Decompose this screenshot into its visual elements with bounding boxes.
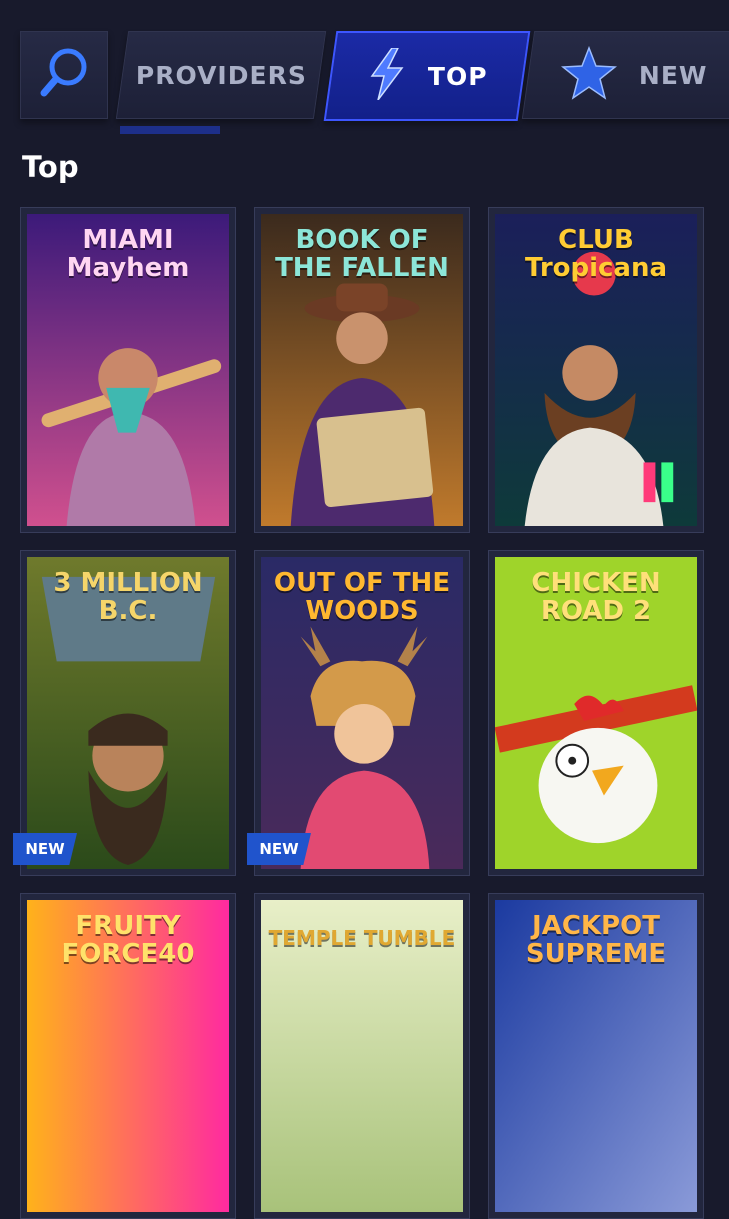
- game-title: MIAMI Mayhem: [66, 225, 190, 283]
- game-card-miami-mayhem[interactable]: MIAMI Mayhem: [20, 207, 236, 533]
- category-tabs: PROVIDERS TOP NEW: [20, 31, 729, 121]
- game-card-fruity-force[interactable]: FRUITY FORCE40: [20, 893, 236, 1219]
- game-card-jackpot-supreme[interactable]: JACKPOT SUPREME: [488, 893, 704, 1219]
- tab-providers[interactable]: PROVIDERS: [115, 31, 327, 119]
- star-icon: [560, 45, 617, 104]
- tab-top-label: TOP: [428, 61, 488, 91]
- section-title: Top: [22, 150, 79, 184]
- tab-new[interactable]: NEW: [521, 31, 729, 119]
- game-title: CLUB Tropicana: [524, 225, 668, 283]
- game-card-book-of-the-fallen[interactable]: BOOK OF THE FALLEN: [254, 207, 470, 533]
- tab-active-indicator: [120, 126, 220, 134]
- game-title: BOOK OF THE FALLEN: [275, 225, 449, 283]
- new-badge: NEW: [247, 833, 311, 865]
- tab-providers-label: PROVIDERS: [135, 60, 307, 90]
- game-title: 3 MILLION B.C.: [53, 568, 203, 626]
- game-title: FRUITY FORCE40: [61, 911, 195, 969]
- game-card-chicken-road-2[interactable]: CHICKEN ROAD 2: [488, 550, 704, 876]
- search-button[interactable]: [20, 31, 108, 119]
- game-card-temple-tumble[interactable]: TEMPLE TUMBLE: [254, 893, 470, 1219]
- game-card-3-million-bc[interactable]: 3 MILLION B.C. NEW: [13, 550, 236, 876]
- game-card-club-tropicana[interactable]: CLUB Tropicana: [488, 207, 704, 533]
- game-title: OUT OF THE WOODS: [273, 568, 451, 626]
- search-icon: [36, 45, 92, 105]
- game-title: TEMPLE TUMBLE: [268, 926, 456, 950]
- tab-new-label: NEW: [638, 60, 708, 90]
- lightning-icon: [366, 47, 406, 104]
- tab-top[interactable]: TOP: [323, 31, 531, 121]
- new-badge: NEW: [13, 833, 77, 865]
- game-title: CHICKEN ROAD 2: [531, 568, 661, 626]
- game-card-out-of-the-woods[interactable]: OUT OF THE WOODS NEW: [247, 550, 470, 876]
- game-title: JACKPOT SUPREME: [525, 911, 667, 969]
